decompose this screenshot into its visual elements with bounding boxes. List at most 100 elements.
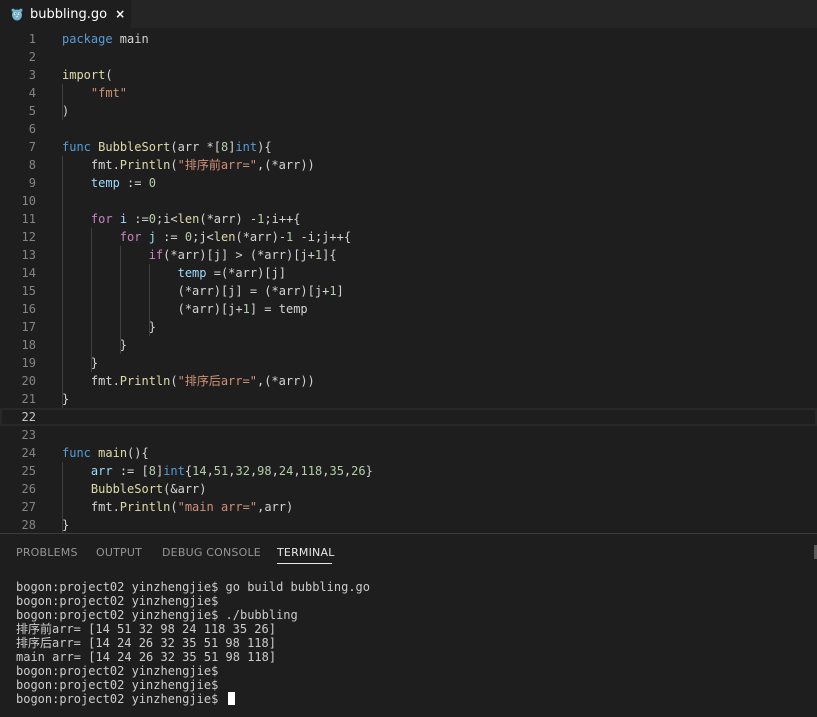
code-text: for j := 0;j<len(*arr)-1 -i;j++{	[62, 228, 351, 246]
code-line[interactable]: 4 "fmt"	[0, 84, 817, 102]
code-token: := [	[112, 464, 149, 478]
code-line[interactable]: 18 }	[0, 336, 817, 354]
code-line[interactable]: 7 func BubbleSort(arr *[8]int){	[0, 138, 817, 156]
code-line[interactable]: 16 (*arr)[j+1] = temp	[0, 300, 817, 318]
line-number: 15	[21, 284, 36, 298]
code-line[interactable]: 3 import(	[0, 66, 817, 84]
code-token: temp	[90, 176, 120, 190]
indent-guide	[62, 156, 63, 408]
code-token: 14	[192, 464, 207, 478]
code-line[interactable]: 15 (*arr)[j] = (*arr)[j+1]	[0, 282, 817, 300]
code-line[interactable]: 20 fmt.Println("排序后arr=",(*arr))	[0, 372, 817, 390]
line-number: 21	[21, 392, 36, 406]
terminal-text: 排序前arr= [14 51 32 98 24 118 35 26]	[16, 622, 276, 636]
code-line[interactable]: 2	[0, 48, 817, 66]
code-token: "排序前arr="	[177, 158, 257, 172]
code-token: -i;j++{	[293, 230, 352, 244]
code-line[interactable]: 23	[0, 426, 817, 444]
code-line[interactable]: 27 fmt.Println("main arr=",arr)	[0, 498, 817, 516]
tab-debug-console[interactable]: DEBUG CONSOLE	[162, 546, 261, 559]
terminal-line: bogon:project02 yinzhengjie$ ./bubbling	[16, 608, 298, 622]
terminal-text: bogon:project02 yinzhengjie$	[16, 692, 226, 706]
code-token: if	[148, 248, 164, 262]
code-line[interactable]: 12 for j := 0;j<len(*arr)-1 -i;j++{	[0, 228, 817, 246]
code-editor[interactable]: 1 package main 2 3 import(4 "fmt" 5) 6 7 func Bu…	[0, 30, 817, 533]
code-line[interactable]: 26 BubbleSort(&arr)	[0, 480, 817, 498]
code-token: }	[62, 338, 128, 352]
code-token: }	[62, 356, 99, 370]
line-number: 6	[28, 122, 36, 136]
code-text: }	[62, 516, 69, 533]
code-token: fmt.	[62, 158, 120, 172]
code-token: Println	[119, 374, 171, 388]
code-token: }	[365, 464, 373, 478]
code-token: ;j<	[192, 230, 214, 244]
terminal-text: bogon:project02 yinzhengjie$ ./bubbling	[16, 608, 298, 622]
close-icon[interactable]: ×	[115, 7, 125, 21]
code-token: (&arr)	[163, 482, 207, 496]
line-number: 27	[21, 500, 36, 514]
code-token: (*arr)[j] = (*arr)[j+	[62, 284, 330, 298]
code-line[interactable]: 21}	[0, 390, 817, 408]
code-token: func	[62, 140, 91, 154]
line-number: 2	[28, 50, 36, 64]
code-line[interactable]: 14 temp =(*arr)[j]	[0, 264, 817, 282]
line-number: 24	[21, 446, 36, 460]
code-text: package main	[62, 30, 149, 48]
code-line[interactable]: 8 fmt.Println("排序前arr=",(*arr))	[0, 156, 817, 174]
code-line[interactable]: 13 if(*arr)[j] > (*arr)[j+1]{	[0, 246, 817, 264]
tab-terminal[interactable]: TERMINAL	[277, 546, 335, 559]
code-token: )	[62, 104, 70, 118]
terminal-text: bogon:project02 yinzhengjie$	[16, 594, 219, 608]
line-number: 16	[21, 302, 36, 316]
code-line[interactable]: 5)	[0, 102, 817, 120]
code-line[interactable]: 9 temp := 0	[0, 174, 817, 192]
tab-problems[interactable]: PROBLEMS	[16, 546, 78, 559]
indent-guide	[62, 84, 63, 120]
code-text: arr := [8]int{14,51,32,98,24,118,35,26}	[62, 462, 373, 480]
code-line[interactable]: 22	[0, 408, 817, 426]
code-token: func	[62, 446, 91, 460]
terminal-text: bogon:project02 yinzhengjie$	[16, 678, 219, 692]
code-token: arr	[90, 464, 113, 478]
code-token: ,(*arr))	[256, 374, 315, 388]
code-line[interactable]: 17 }	[0, 318, 817, 336]
editor-tab-bubbling-go[interactable]: bubbling.go ×	[0, 0, 131, 28]
code-line[interactable]: 1 package main	[0, 30, 817, 48]
code-token: (*arr)-	[235, 230, 287, 244]
code-line[interactable]: 19 }	[0, 354, 817, 372]
code-text: BubbleSort(&arr)	[62, 480, 207, 498]
terminal-line: 排序前arr= [14 51 32 98 24 118 35 26]	[16, 622, 276, 636]
code-text: }	[62, 318, 156, 336]
line-number: 4	[28, 86, 36, 100]
line-number: 9	[28, 176, 36, 190]
indent-guide	[148, 264, 150, 336]
code-token: }	[62, 320, 156, 334]
code-line[interactable]: 10	[0, 192, 817, 210]
code-line[interactable]: 28}	[0, 516, 817, 533]
code-token: 118	[300, 464, 323, 478]
code-token: (	[105, 68, 113, 82]
code-text: }	[62, 354, 98, 372]
code-line[interactable]: 6	[0, 120, 817, 138]
tab-output[interactable]: OUTPUT	[96, 546, 142, 559]
line-number: 20	[21, 374, 36, 388]
code-line[interactable]: 24 func main(){	[0, 444, 817, 462]
code-line[interactable]: 11 for i :=0;i<len(*arr) -1;i++{	[0, 210, 817, 228]
code-token: Println	[119, 158, 171, 172]
code-text: (*arr)[j+1] = temp	[62, 300, 308, 318]
terminal-line: bogon:project02 yinzhengjie$ go build bu…	[16, 580, 370, 594]
code-text: (*arr)[j] = (*arr)[j+1]	[62, 282, 344, 300]
code-token: }	[62, 518, 70, 532]
code-token: for	[90, 212, 113, 226]
code-text: if(*arr)[j] > (*arr)[j+1]{	[62, 246, 337, 264]
code-token: =(*arr)[j]	[206, 266, 286, 280]
code-token: 24	[278, 464, 294, 478]
code-line[interactable]: 25 arr := [8]int{14,51,32,98,24,118,35,2…	[0, 462, 817, 480]
code-token: :=	[119, 176, 149, 190]
code-token: 98	[257, 464, 272, 478]
indent-guide	[119, 246, 121, 354]
code-text: func main(){	[62, 444, 149, 462]
